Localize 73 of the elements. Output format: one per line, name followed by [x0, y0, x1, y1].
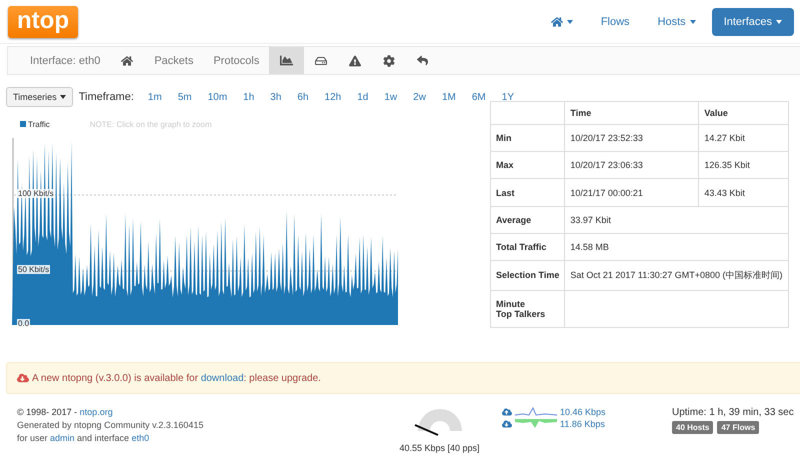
table-cell: 14.27 Kbit [698, 124, 788, 152]
cloud-download-icon [502, 419, 512, 429]
download-sparkline [515, 419, 557, 429]
interface-link[interactable]: Interface: eth0 [20, 47, 110, 74]
timeframe-link[interactable]: 1m [140, 92, 170, 102]
copyright-text: © 1998- 2017 - ntop.org [17, 407, 114, 417]
row-label: Minute Top Talkers [490, 290, 565, 328]
home-icon [121, 54, 134, 66]
table-cell: 33.97 Kbit [564, 206, 788, 234]
version-text: Generated by ntopng Community v.2.3.160415 [17, 420, 204, 430]
row-label: Last [490, 178, 565, 206]
table-cell: 126.35 Kbit [698, 152, 788, 179]
upload-sparkline [515, 407, 557, 417]
warning-icon [349, 54, 362, 66]
cloud-upload-icon [502, 407, 512, 417]
throughput-reading: 40.55 Kbps [40 pps] [399, 443, 480, 453]
timeframe-link[interactable]: 5m [170, 92, 200, 102]
column-header: Time [564, 102, 699, 124]
nav-link[interactable]: Flows [588, 8, 642, 36]
timeframe-link[interactable]: 6h [289, 92, 317, 102]
timeframe-label: Timeframe: [78, 91, 134, 103]
timeseries-dropdown[interactable]: Timeseries [6, 87, 73, 107]
user-text: for user admin and interface eth0 [17, 433, 150, 443]
timeframe-link[interactable]: 1w [376, 92, 406, 102]
interface-link[interactable]: eth0 [132, 433, 150, 443]
row-label: Selection Time [490, 260, 565, 290]
count-badge[interactable]: 40 Hosts [672, 421, 714, 434]
row-label: Average [490, 206, 565, 234]
table-cell: 10/21/17 00:00:21 [564, 178, 699, 206]
count-badge[interactable]: 47 Flows [717, 421, 760, 434]
ntop-link[interactable]: ntop.org [80, 407, 113, 417]
uptime-text: Uptime: 1 h, 39 min, 33 sec [672, 407, 794, 418]
table-cell: 10/20/17 23:06:33 [564, 152, 699, 179]
timeframe-link[interactable]: 1Y [494, 92, 522, 102]
tab[interactable]: Packets [144, 47, 204, 74]
user-link[interactable]: admin [50, 433, 75, 443]
table-cell: 14.58 MB [564, 233, 788, 261]
timeframe-link[interactable]: 3h [262, 92, 290, 102]
table-cell: 43.43 Kbit [698, 178, 788, 206]
download-link[interactable]: download [200, 372, 244, 384]
row-label: Total Traffic [490, 233, 565, 261]
settings-icon [383, 54, 396, 66]
home-icon [550, 16, 563, 28]
timeframe-link[interactable]: 2w [405, 92, 434, 102]
axis-label: 0.0 [17, 319, 30, 328]
hard-drive-icon [315, 54, 328, 66]
ntop-logo[interactable]: ntop [8, 6, 78, 38]
caret-icon [60, 95, 66, 99]
download-rate: 11.86 Kbps [560, 419, 605, 429]
icon-tab[interactable] [269, 47, 304, 74]
nav-link[interactable]: Hosts [646, 8, 708, 36]
table-cell: 10/20/17 23:52:33 [564, 124, 699, 152]
timeframe-link[interactable]: 6M [464, 92, 494, 102]
table-cell: Sat Oct 21 2017 11:30:27 GMT+0800 (中国标准时间) [564, 260, 788, 290]
timeframe-link[interactable]: 10m [200, 92, 236, 102]
timeframe-link[interactable]: 1d [349, 92, 376, 102]
row-label: Min [490, 124, 565, 152]
row-label: Max [490, 152, 565, 179]
legend-label: Traffic [28, 120, 50, 128]
timeframe-link[interactable]: 12h [316, 92, 350, 102]
nav-link[interactable]: Interfaces [712, 8, 794, 36]
back-arrow-icon [417, 55, 428, 66]
upload-rate: 10.46 Kbps [560, 407, 606, 417]
area-chart-icon [280, 54, 294, 67]
legend-swatch [20, 121, 26, 127]
timeframe-link[interactable]: 1M [434, 92, 464, 102]
axis-label: 50 Kbit/s [17, 265, 50, 274]
alert-message: A new ntopng (v.3.0.0) is available for download: please upgrade. [32, 372, 321, 384]
column-header: Value [698, 102, 788, 124]
cloud-download-icon [17, 372, 29, 384]
timeframe-link[interactable]: 1h [235, 92, 262, 102]
tab[interactable]: Protocols [203, 47, 270, 74]
axis-label: 100 Kbit/s [17, 189, 55, 198]
